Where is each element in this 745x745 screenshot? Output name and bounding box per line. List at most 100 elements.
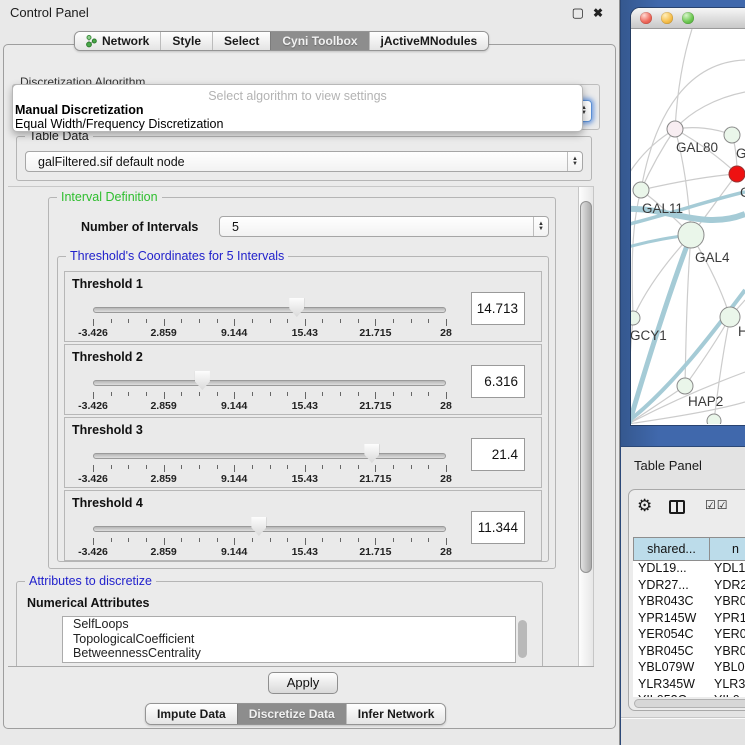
thresholds-group: Threshold's Coordinates for 5 Intervals … — [57, 256, 549, 562]
slider-thumb[interactable] — [364, 444, 379, 463]
dropdown-option-manual-discretization[interactable]: Manual Discretization — [15, 103, 144, 117]
network-node[interactable] — [724, 127, 740, 143]
tab-select[interactable]: Select — [212, 32, 270, 50]
table-data-group: Table Data galFiltered.sif default node … — [16, 136, 592, 181]
control-panel: Control Panel ▢ ✖ Network Style Select C… — [0, 0, 620, 745]
tab-network-label: Network — [102, 34, 149, 48]
window-buttons: ▢ ✖ — [572, 0, 603, 26]
numerical-attributes-list[interactable]: SelfLoopsTopologicalCoefficientBetweenne… — [62, 616, 516, 663]
table-row[interactable]: YDR27...YDR2 — [633, 578, 745, 595]
close-traffic-icon[interactable] — [640, 12, 652, 24]
threshold-value-field[interactable]: 11.344 — [471, 511, 525, 544]
table-horizontal-scrollbar[interactable] — [634, 699, 745, 708]
right-side-panel: GAL80GACGAL11GAL4GCY1HHAP2 Table Panel ⚙… — [620, 0, 745, 745]
column-header-shared[interactable]: shared... — [633, 537, 710, 561]
network-node[interactable] — [678, 222, 704, 248]
tab-network[interactable]: Network — [75, 32, 160, 50]
minimize-traffic-icon[interactable] — [661, 12, 673, 24]
number-of-intervals-label: Number of Intervals — [81, 220, 198, 234]
algorithm-dropdown-popup: Select algorithm to view settings Manual… — [12, 84, 583, 132]
network-node[interactable] — [633, 182, 649, 198]
threshold-label: Threshold 1 — [72, 277, 143, 291]
cell-name: YIL0 — [709, 693, 740, 697]
table-row[interactable]: YER054CYER0 — [633, 627, 745, 644]
zoom-traffic-icon[interactable] — [682, 12, 694, 24]
network-node[interactable] — [707, 414, 721, 424]
table-row[interactable]: YDL19...YDL1 — [633, 561, 745, 578]
slider-track[interactable] — [93, 453, 446, 459]
network-node-label: GA — [736, 146, 745, 161]
tab-cyni-toolbox-label: Cyni Toolbox — [282, 34, 357, 48]
threshold-label: Threshold 3 — [72, 423, 143, 437]
slider-thumb[interactable] — [289, 298, 304, 317]
table-row[interactable]: YPR145WYPR1 — [633, 611, 745, 628]
network-node[interactable] — [667, 121, 683, 137]
network-window-titlebar[interactable] — [631, 8, 745, 29]
table-row[interactable]: YBR043CYBR0 — [633, 594, 745, 611]
cell-shared-name: YLR345W — [633, 677, 709, 694]
tab-infer-network-label: Infer Network — [358, 707, 435, 721]
tab-impute-data[interactable]: Impute Data — [146, 704, 237, 724]
network-view[interactable]: GAL80GACGAL11GAL4GCY1HHAP2 — [631, 29, 745, 424]
slider-ticks — [93, 538, 446, 546]
combo-stepper-icon[interactable]: ▲▼ — [533, 217, 548, 236]
table-rows[interactable]: YDL19...YDL1YDR27...YDR2YBR043CYBR0YPR14… — [633, 561, 745, 697]
table-row[interactable]: YIL052CYIL0 — [633, 693, 745, 697]
cell-shared-name: YBL079W — [633, 660, 709, 677]
cell-name: YPR1 — [709, 611, 745, 628]
tab-discretize-data[interactable]: Discretize Data — [237, 704, 346, 724]
tab-select-label: Select — [224, 34, 259, 48]
tab-jactivemnodules[interactable]: jActiveMNodules — [369, 32, 489, 50]
panel-title: Control Panel — [10, 0, 89, 26]
close-window-icon[interactable]: ✖ — [593, 0, 603, 26]
cell-shared-name: YDR27... — [633, 578, 709, 595]
attributes-list-scrollbar[interactable] — [518, 620, 527, 658]
slider-ticks — [93, 392, 446, 400]
column-header-name[interactable]: n — [709, 537, 745, 561]
tab-style[interactable]: Style — [160, 32, 212, 50]
gear-icon[interactable]: ⚙ — [637, 496, 652, 516]
slider-track[interactable] — [93, 307, 446, 313]
cell-shared-name: YIL052C — [633, 693, 709, 697]
scrollbar-thumb[interactable] — [580, 201, 592, 573]
threshold-label: Threshold 4 — [72, 496, 143, 510]
threshold-value-field[interactable]: 6.316 — [471, 365, 525, 398]
select-columns-icon[interactable]: ☑☑ — [705, 498, 729, 512]
network-icon — [86, 35, 97, 48]
tab-cyni-toolbox[interactable]: Cyni Toolbox — [270, 32, 368, 50]
table-data-combobox[interactable]: galFiltered.sif default node ▲▼ — [25, 151, 583, 172]
combo-stepper-icon[interactable]: ▲▼ — [567, 152, 582, 171]
apply-button[interactable]: Apply — [268, 672, 338, 694]
table-row[interactable]: YLR345WYLR3 — [633, 677, 745, 694]
threshold-item: Threshold 1-3.4262.8599.14415.4321.71528… — [64, 271, 542, 342]
network-canvas[interactable]: GAL80GACGAL11GAL4GCY1HHAP2 — [631, 29, 745, 424]
number-of-intervals-combobox[interactable]: 5 ▲▼ — [219, 216, 549, 237]
split-view-icon[interactable] — [669, 500, 685, 514]
threshold-value-field[interactable]: 14.713 — [471, 292, 525, 325]
tab-impute-data-label: Impute Data — [157, 707, 226, 721]
threshold-value-field[interactable]: 21.4 — [471, 438, 525, 471]
float-window-icon[interactable]: ▢ — [572, 0, 584, 26]
attribute-list-item[interactable]: BetweennessCentrality — [63, 646, 515, 661]
network-node[interactable] — [677, 378, 693, 394]
slider-track[interactable] — [93, 380, 446, 386]
dropdown-option-equal-width-frequency[interactable]: Equal Width/Frequency Discretization — [15, 117, 223, 131]
threshold-list: Threshold 1-3.4262.8599.14415.4321.71528… — [58, 271, 548, 561]
table-row[interactable]: YBL079WYBL0 — [633, 660, 745, 677]
slider-thumb[interactable] — [195, 371, 210, 390]
network-node[interactable] — [720, 307, 740, 327]
attribute-list-item[interactable]: TopologicalCoefficient — [63, 632, 515, 647]
attribute-list-item[interactable]: SelfLoops — [63, 617, 515, 632]
slider-thumb[interactable] — [251, 517, 266, 536]
network-node-label: H — [738, 324, 745, 339]
network-node-label: GAL80 — [676, 140, 718, 155]
bottom-tab-bar: Impute Data Discretize Data Infer Networ… — [145, 703, 446, 725]
slider-track[interactable] — [93, 526, 446, 532]
network-node[interactable] — [729, 166, 745, 182]
table-row[interactable]: YBR045CYBR0 — [633, 644, 745, 661]
settings-scroll-viewport: Interval Definition Number of Intervals … — [8, 186, 594, 667]
cell-name: YBL0 — [709, 660, 745, 677]
network-node[interactable] — [631, 311, 640, 325]
tab-infer-network[interactable]: Infer Network — [346, 704, 446, 724]
settings-vertical-scrollbar[interactable] — [578, 187, 594, 666]
